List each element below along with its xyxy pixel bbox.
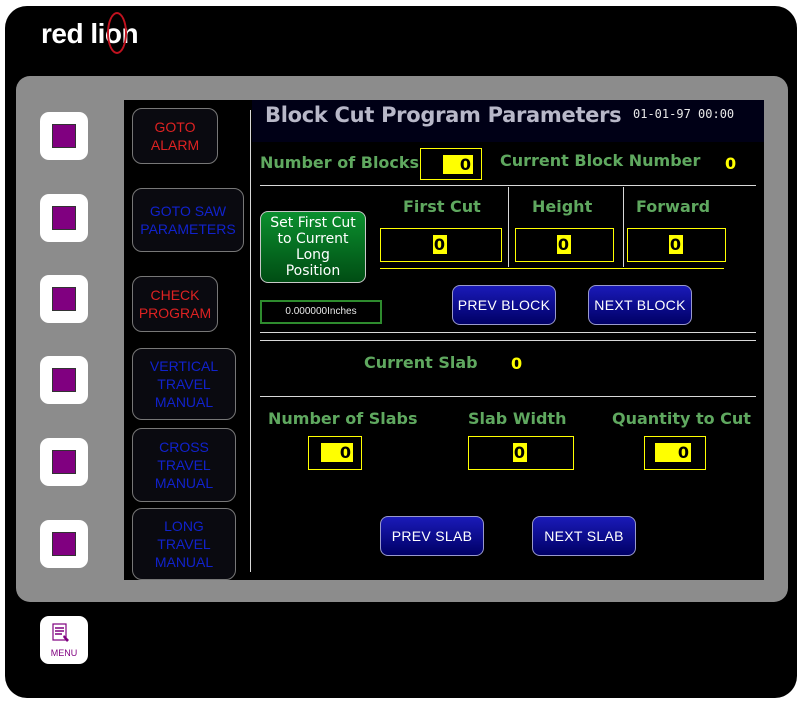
page-title: Block Cut Program Parameters bbox=[265, 103, 622, 127]
number-of-blocks-value: 0 bbox=[443, 155, 473, 174]
softkey-divider bbox=[250, 110, 251, 572]
prev-block-button[interactable]: PREV BLOCK bbox=[452, 285, 556, 325]
softkey-square-icon bbox=[52, 368, 76, 392]
first-cut-value: 0 bbox=[433, 235, 447, 254]
number-of-slabs-field[interactable]: 0 bbox=[308, 436, 362, 470]
next-block-button[interactable]: NEXT BLOCK bbox=[588, 285, 692, 325]
forward-value: 0 bbox=[669, 235, 683, 254]
goto-alarm-button[interactable]: GOTO ALARM bbox=[132, 108, 218, 164]
datetime-display: 01-01-97 00:00 bbox=[633, 107, 735, 121]
divider-line bbox=[380, 268, 724, 269]
hmi-screen: GOTO ALARM GOTO SAW PARAMETERS CHECK PROGRA… bbox=[124, 100, 764, 580]
menu-icon bbox=[52, 623, 69, 642]
hw-softkey-5[interactable] bbox=[40, 438, 88, 486]
hw-softkey-2[interactable] bbox=[40, 194, 88, 242]
divider-line bbox=[260, 340, 756, 341]
logo-swirl-icon bbox=[107, 12, 127, 54]
slab-width-value: 0 bbox=[513, 443, 527, 462]
menu-button[interactable]: MENU bbox=[40, 616, 88, 664]
height-value: 0 bbox=[557, 235, 571, 254]
softkey-square-icon bbox=[52, 124, 76, 148]
number-of-slabs-value: 0 bbox=[321, 443, 353, 462]
brand-logo: red lion bbox=[41, 12, 139, 54]
check-program-button[interactable]: CHECK PROGRAM bbox=[132, 276, 218, 332]
height-field[interactable]: 0 bbox=[515, 228, 614, 262]
current-block-label: Current Block Number bbox=[500, 151, 701, 170]
prev-slab-button[interactable]: PREV SLAB bbox=[380, 516, 484, 556]
slab-width-label: Slab Width bbox=[468, 409, 567, 428]
height-label: Height bbox=[532, 197, 593, 216]
number-of-blocks-field[interactable]: 0 bbox=[420, 148, 482, 180]
hw-softkey-6[interactable] bbox=[40, 520, 88, 568]
menu-label: MENU bbox=[50, 648, 78, 658]
softkey-square-icon bbox=[52, 532, 76, 556]
divider-line bbox=[260, 185, 756, 186]
cross-travel-manual-button[interactable]: CROSS TRAVEL MANUAL bbox=[132, 428, 236, 502]
number-of-slabs-label: Number of Slabs bbox=[268, 409, 418, 428]
current-slab-value: 0 bbox=[511, 354, 523, 373]
divider-line bbox=[623, 187, 624, 267]
number-of-blocks-label: Number of Blocks bbox=[260, 153, 420, 172]
divider-line bbox=[260, 332, 756, 333]
quantity-to-cut-label: Quantity to Cut bbox=[612, 409, 751, 428]
first-cut-label: First Cut bbox=[403, 197, 481, 216]
current-slab-label: Current Slab bbox=[364, 353, 478, 372]
hw-softkey-3[interactable] bbox=[40, 275, 88, 323]
long-position-display: 0.000000Inches bbox=[260, 300, 382, 324]
softkey-square-icon bbox=[52, 206, 76, 230]
set-first-cut-button[interactable]: Set First Cut to Current Long Position bbox=[260, 211, 366, 283]
first-cut-field[interactable]: 0 bbox=[380, 228, 502, 262]
divider-line bbox=[260, 396, 756, 397]
vertical-travel-manual-button[interactable]: VERTICAL TRAVEL MANUAL bbox=[132, 348, 236, 420]
hw-softkey-1[interactable] bbox=[40, 112, 88, 160]
softkey-square-icon bbox=[52, 287, 76, 311]
goto-saw-parameters-button[interactable]: GOTO SAW PARAMETERS bbox=[132, 188, 244, 252]
hw-softkey-4[interactable] bbox=[40, 356, 88, 404]
current-block-value: 0 bbox=[725, 154, 737, 173]
forward-label: Forward bbox=[636, 197, 711, 216]
long-travel-manual-button[interactable]: LONG TRAVEL MANUAL bbox=[132, 508, 236, 580]
softkey-square-icon bbox=[52, 450, 76, 474]
forward-field[interactable]: 0 bbox=[627, 228, 726, 262]
quantity-to-cut-field[interactable]: 0 bbox=[644, 436, 706, 470]
next-slab-button[interactable]: NEXT SLAB bbox=[532, 516, 636, 556]
slab-width-field[interactable]: 0 bbox=[468, 436, 574, 470]
divider-line bbox=[508, 187, 509, 267]
quantity-to-cut-value: 0 bbox=[655, 443, 691, 462]
